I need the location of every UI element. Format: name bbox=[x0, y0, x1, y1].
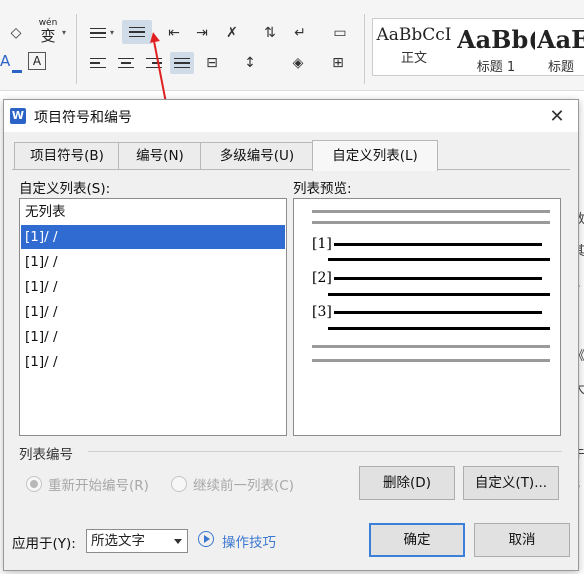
preview-black-line bbox=[328, 258, 550, 261]
tab-numbering[interactable]: 编号(N) bbox=[118, 142, 202, 169]
pinyin-guide-button[interactable]: wén 变 bbox=[36, 18, 60, 46]
chevron-down-icon bbox=[174, 539, 182, 544]
ribbon-toolbar: ◇ wén 变 ▾ A A ▾ ⇤ ⇥ ✗ ⇅ ↵ ▭ ⊟ ↕ ◈ ⊞ AaBb… bbox=[0, 0, 584, 91]
style-name: 正文 bbox=[400, 51, 427, 66]
list-item[interactable]: [1]/ / bbox=[21, 350, 285, 374]
style-normal[interactable]: AaBbCcI 正文 bbox=[373, 19, 455, 75]
dialog-titlebar[interactable]: W 项目符号和编号 ✕ bbox=[4, 100, 578, 132]
apply-to-value: 所选文字 bbox=[91, 533, 145, 549]
preview-number: [1] bbox=[312, 236, 332, 252]
tab-custom-list[interactable]: 自定义列表(L) bbox=[312, 140, 438, 171]
bullets-numbering-dialog: W 项目符号和编号 ✕ 项目符号(B) 编号(N) 多级编号(U) 自定义列表(… bbox=[3, 99, 579, 571]
decrease-indent-icon[interactable]: ⇤ bbox=[162, 22, 186, 44]
align-center-icon[interactable] bbox=[114, 52, 138, 74]
borders-icon[interactable]: ⊞ bbox=[326, 52, 350, 74]
preview-black-line bbox=[328, 327, 550, 330]
ok-button[interactable]: 确定 bbox=[369, 523, 465, 557]
list-item[interactable]: [1]/ / bbox=[21, 325, 285, 349]
preview-number: [2] bbox=[312, 270, 332, 286]
list-item[interactable]: [1]/ / bbox=[21, 300, 285, 324]
align-right-icon[interactable] bbox=[142, 52, 166, 74]
justify-icon[interactable] bbox=[170, 52, 194, 74]
list-item[interactable]: [1]/ / bbox=[21, 275, 285, 299]
custom-list-label: 自定义列表(S): bbox=[19, 181, 111, 197]
apply-to-select[interactable]: 所选文字 bbox=[86, 529, 188, 553]
custom-list-box[interactable]: 无列表 [1]/ / [1]/ / [1]/ / [1]/ / [1]/ / [… bbox=[19, 198, 287, 436]
preview-black-line bbox=[334, 243, 542, 246]
chinese-layout-icon[interactable]: ✗ bbox=[220, 22, 244, 44]
delete-button[interactable]: 删除(D) bbox=[359, 466, 455, 500]
ribbon-separator bbox=[364, 14, 365, 84]
app-logo-icon: W bbox=[10, 108, 26, 124]
style-sample: AaE bbox=[537, 25, 584, 54]
preview-black-line bbox=[334, 311, 542, 314]
list-preview: [1] [2] [3] bbox=[293, 198, 561, 436]
tab-bullets[interactable]: 项目符号(B) bbox=[14, 142, 120, 169]
shading-icon[interactable]: ◈ bbox=[286, 52, 310, 74]
eraser-icon[interactable]: ◇ bbox=[4, 22, 28, 44]
restart-numbering-label: 重新开始编号(R) bbox=[48, 478, 149, 494]
customize-button[interactable]: 自定义(T)... bbox=[463, 466, 559, 500]
font-color-letter[interactable]: A bbox=[0, 52, 10, 70]
preview-black-line bbox=[334, 277, 542, 280]
tips-link[interactable]: 操作技巧 bbox=[222, 531, 276, 551]
preview-black-line bbox=[328, 293, 550, 296]
char-border-icon[interactable]: A bbox=[28, 52, 46, 70]
continue-list-label: 继续前一列表(C) bbox=[193, 478, 294, 494]
style-heading[interactable]: AaE 标题 bbox=[537, 19, 584, 75]
close-button[interactable]: ✕ bbox=[544, 104, 570, 128]
preview-number: [3] bbox=[312, 304, 332, 320]
style-name: 标题 bbox=[547, 60, 574, 75]
style-sample: AaBb( bbox=[457, 25, 535, 54]
sort-icon[interactable]: ⇅ bbox=[258, 22, 282, 44]
distributed-align-icon[interactable]: ⊟ bbox=[200, 52, 224, 74]
play-circle-icon[interactable] bbox=[198, 531, 214, 547]
ruler-icon[interactable]: ▭ bbox=[328, 22, 352, 44]
ribbon-separator bbox=[76, 14, 77, 84]
group-divider bbox=[88, 451, 562, 452]
cancel-button[interactable]: 取消 bbox=[474, 523, 570, 557]
font-color-bar bbox=[12, 70, 22, 73]
preview-label: 列表预览: bbox=[293, 181, 352, 197]
list-item[interactable]: 无列表 bbox=[21, 200, 285, 224]
list-item[interactable]: [1]/ / bbox=[21, 250, 285, 274]
tab-divider bbox=[12, 169, 570, 170]
dialog-title: 项目符号和编号 bbox=[34, 110, 132, 126]
bullet-list-icon[interactable] bbox=[86, 22, 110, 44]
increase-indent-icon[interactable]: ⇥ bbox=[190, 22, 214, 44]
chevron-down-icon[interactable]: ▾ bbox=[110, 28, 114, 37]
style-heading-1[interactable]: AaBb( 标题 1 bbox=[457, 19, 535, 75]
line-spacing-icon[interactable]: ↕ bbox=[238, 52, 262, 74]
annotation-arrowhead bbox=[148, 31, 160, 43]
preview-gray-line bbox=[312, 345, 550, 348]
apply-to-label: 应用于(Y): bbox=[12, 536, 76, 552]
continue-list-radio[interactable] bbox=[171, 476, 187, 492]
preview-gray-line bbox=[312, 359, 550, 362]
style-gallery: AaBbCcI 正文 AaBb( 标题 1 AaE 标题 bbox=[372, 18, 584, 76]
preview-gray-line bbox=[312, 210, 550, 213]
preview-gray-line bbox=[312, 221, 550, 224]
show-marks-icon[interactable]: ↵ bbox=[288, 22, 312, 44]
style-name: 标题 1 bbox=[476, 60, 516, 75]
chevron-down-icon[interactable]: ▾ bbox=[62, 28, 66, 37]
tab-multilevel[interactable]: 多级编号(U) bbox=[200, 142, 314, 169]
align-left-icon[interactable] bbox=[86, 52, 110, 74]
pinyin-char: 变 bbox=[40, 27, 56, 45]
style-sample: AaBbCcI bbox=[376, 25, 452, 45]
restart-numbering-radio[interactable] bbox=[26, 476, 42, 492]
numbering-group-label: 列表编号 bbox=[19, 447, 73, 463]
list-item-selected[interactable]: [1]/ / bbox=[21, 225, 285, 249]
